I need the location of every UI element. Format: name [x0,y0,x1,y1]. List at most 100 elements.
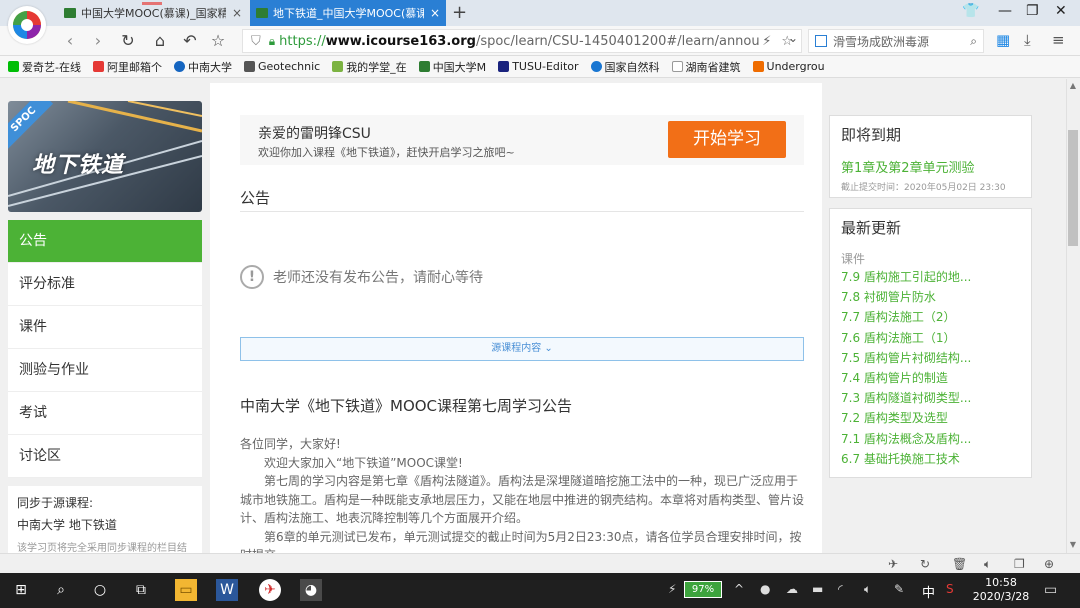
notice-paragraph: 第七周的学习内容是第七章《盾构法隧道》。盾构法是深埋隧道暗挖施工法中的一种，现已… [240,474,805,525]
bookmark-item[interactable]: Undergrou [752,60,825,73]
sidebar-item-exam[interactable]: 考试 [8,392,202,435]
ime-indicator[interactable]: 中 [922,582,935,601]
file-explorer-icon[interactable]: ▭ [175,579,197,601]
bookmark-item[interactable]: Geotechnic [243,60,320,73]
sogou-icon[interactable]: S [946,582,954,596]
mail-icon [92,61,104,72]
sidebar-item-forum[interactable]: 讨论区 [8,435,202,478]
cortana-icon[interactable]: ○ [89,579,111,601]
wifi-icon[interactable]: ◜ [838,582,843,596]
new-tab-button[interactable]: + [452,2,467,23]
battery-indicator[interactable]: 97% [684,581,722,598]
address-bar[interactable]: ⛉ 🔒︎ https:// www.icourse163.org /spoc/l… [242,29,802,53]
upcoming-item-link[interactable]: 第1章及第2章单元测验 [841,157,1020,176]
rocket-icon[interactable]: ✈ [888,557,898,571]
shield-icon: ⛉ [251,33,261,49]
update-item-link[interactable]: 7.2 盾构类型及选型 [841,408,1020,428]
loading-indicator [142,2,162,5]
update-item-link[interactable]: 7.4 盾构管片的制造 [841,368,1020,388]
bookmark-item[interactable]: TUSU-Editor [498,60,579,73]
sidebar-item-announcements[interactable]: 公告 [8,220,202,263]
restore-icon[interactable]: ❐ [1026,3,1039,19]
shirt-skin-icon[interactable]: 👕 [962,3,979,19]
scroll-down-icon[interactable]: ▼ [1068,540,1078,549]
zoom-icon[interactable]: ⊕ [1044,557,1054,571]
forward-icon[interactable]: › [88,31,108,50]
windows-start-icon[interactable]: ⊞ [10,579,32,601]
bookmark-item[interactable]: 阿里邮箱个 [92,59,162,75]
browser-taskbar-icon[interactable]: ◕ [300,579,322,601]
update-item-link[interactable]: 7.9 盾构施工引起的地... [841,267,1020,287]
refresh-icon[interactable]: ↻ [920,557,930,571]
back-icon[interactable]: ‹ [60,31,80,50]
update-item-link[interactable]: 7.3 盾构隧道衬砌类型... [841,388,1020,408]
tab-subway-course[interactable]: 地下铁道_中国大学MOOC(慕课 × [250,0,446,26]
double-chevron-down-icon: ⌄ [544,343,553,354]
tab-mooc-home[interactable]: 中国大学MOOC(慕课)_国家精品 × [58,0,248,26]
csu-icon [173,61,185,72]
update-item-link[interactable]: 7.5 盾构管片衬砌结构... [841,348,1020,368]
star-icon[interactable]: ☆ [208,31,228,50]
task-view-icon[interactable]: ⧉ [130,579,152,601]
chevron-down-icon[interactable]: ⌄ [788,31,798,45]
scroll-up-icon[interactable]: ▲ [1068,81,1078,90]
tusu-icon [498,61,510,72]
bookmark-item[interactable]: 湖南省建筑 [671,59,741,75]
trash-icon[interactable]: 🗑︎ [952,557,967,571]
start-learning-button[interactable]: 开始学习 [668,121,786,158]
volume-icon[interactable]: 🔈︎ [864,582,871,597]
update-item-link[interactable]: 6.7 基础托换施工技术 [841,449,1020,469]
apps-grid-icon[interactable]: ▦ [996,31,1010,49]
course-cover-image[interactable]: SPOC 地下铁道 [8,101,202,212]
scrollbar-thumb[interactable] [1068,130,1078,246]
lightning-icon[interactable]: ⚡ [762,34,771,49]
reload-icon[interactable]: ↻ [118,31,138,50]
undo-icon[interactable]: ↶ [180,31,200,50]
browser-status-bar: ✈ ↻ 🗑︎ 🔈︎ ❐ ⊕ [0,553,1080,573]
sidebar-item-grading[interactable]: 评分标准 [8,263,202,306]
sync-label: 同步于源课程: [17,496,94,510]
home-icon[interactable]: ⌂ [150,31,170,50]
bookmark-item[interactable]: 国家自然科 [590,59,660,75]
bookmark-item[interactable]: 中国大学M [418,59,486,75]
monitor-icon[interactable]: ▬ [812,582,823,596]
word-icon[interactable]: W [216,579,238,601]
bookmark-item[interactable]: 爱奇艺-在线 [8,59,81,75]
window-close-icon[interactable]: ✕ [1055,3,1067,19]
cloud-icon[interactable]: ☁ [786,582,798,596]
clock-date: 2020/3/28 [972,590,1030,603]
qq-icon[interactable]: ● [760,582,770,596]
update-item-link[interactable]: 7.8 衬砌管片防水 [841,287,1020,307]
download-icon[interactable]: ⤓ [1024,31,1031,49]
search-icon[interactable]: ⌕ [50,579,72,601]
close-icon[interactable]: × [232,6,242,20]
speaker-icon[interactable]: 🔈︎ [984,557,991,572]
plug-icon[interactable]: ⚡ [668,582,676,596]
pen-icon[interactable]: ✎ [894,582,904,596]
minimize-icon[interactable]: — [998,3,1012,19]
update-item-link[interactable]: 7.6 盾构法施工（1） [841,328,1020,348]
bookmark-item[interactable]: 我的学堂_在 [332,59,407,75]
browser-logo-icon[interactable] [8,6,46,44]
search-box[interactable]: 滑雪场成欧洲毒源 ⌕ [808,29,984,53]
search-icon[interactable]: ⌕ [970,34,977,49]
app-icon[interactable]: ✈ [259,579,281,601]
menu-icon[interactable]: ≡ [1052,31,1065,49]
close-icon[interactable]: × [430,6,440,20]
geotechnic-icon [243,61,255,72]
sync-course[interactable]: 中南大学 地下铁道 [17,516,193,533]
notification-icon[interactable]: ▭ [1044,582,1057,598]
chevron-up-icon[interactable]: ^ [734,582,744,596]
clock[interactable]: 10:58 2020/3/28 [968,576,1034,604]
source-content-button[interactable]: 源课程内容 ⌄ [240,337,804,361]
update-item-link[interactable]: 7.1 盾构法概念及盾构... [841,429,1020,449]
mooc-favicon-icon [256,8,268,18]
update-item-link[interactable]: 7.7 盾构法施工（2） [841,307,1020,327]
sidebar-item-quizzes[interactable]: 测验与作业 [8,349,202,392]
bookmark-item[interactable]: 中南大学 [173,59,232,75]
nsfc-icon [590,61,602,72]
sidebar-item-courseware[interactable]: 课件 [8,306,202,349]
search-input[interactable]: 滑雪场成欧洲毒源 [833,33,929,50]
clock-time: 10:58 [985,576,1017,589]
window-icon[interactable]: ❐ [1014,557,1025,571]
